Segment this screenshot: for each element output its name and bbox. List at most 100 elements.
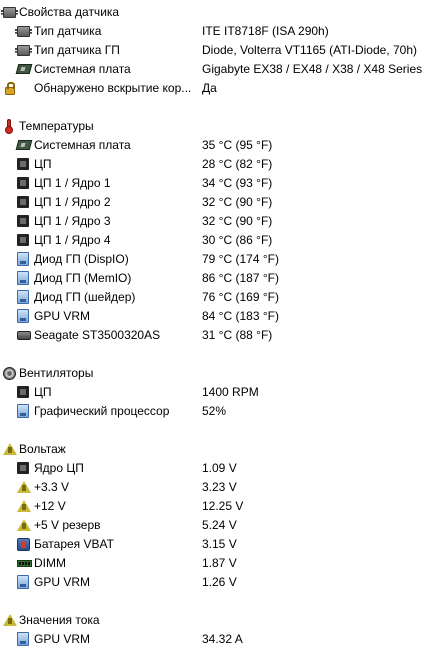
cpu-icon [17, 234, 29, 246]
sensor-label: ЦП [34, 385, 52, 399]
sensor-value: Да [202, 81, 217, 95]
sensor-value: 35 °C (95 °F) [202, 138, 273, 152]
sensor-value: 1.26 V [202, 575, 237, 589]
gpu-icon [17, 290, 29, 304]
sensor-value: 12.25 V [202, 499, 244, 513]
motherboard-icon [15, 140, 33, 150]
sensor-chip-icon [1, 7, 18, 18]
sensor-label: Диод ГП (шейдер) [34, 290, 136, 304]
sensor-value: 1.09 V [202, 461, 237, 475]
motherboard-icon [15, 64, 33, 74]
cpu-icon [17, 196, 29, 208]
group-title: Свойства датчика [19, 5, 120, 19]
sensor-row[interactable]: ЦП 1400 RPM [0, 383, 430, 402]
sensor-row[interactable]: ЦП 1 / Ядро 3 32 °C (90 °F) [0, 212, 430, 231]
sensor-value: 76 °C (169 °F) [202, 290, 279, 304]
sensor-row[interactable]: Графический процессор 52% [0, 402, 430, 421]
group-header[interactable]: Значения тока [0, 611, 430, 630]
sensor-label: GPU VRM [34, 575, 91, 589]
sensor-value: 84 °C (183 °F) [202, 309, 279, 323]
sensor-row[interactable]: Батарея VBAT 3.15 V [0, 535, 430, 554]
sensor-row[interactable]: GPU VRM 1.26 V [0, 573, 430, 592]
cpu-icon [17, 215, 29, 227]
sensor-row[interactable]: Ядро ЦП 1.09 V [0, 459, 430, 478]
sensor-label: Seagate ST3500320AS [34, 328, 161, 342]
sensor-row[interactable]: Тип датчика ITE IT8718F (ISA 290h) [0, 22, 430, 41]
sensor-row[interactable]: Seagate ST3500320AS 31 °C (88 °F) [0, 326, 430, 345]
sensor-row[interactable]: DIMM 1.87 V [0, 554, 430, 573]
sensor-label: +3.3 V [34, 480, 70, 494]
group-header[interactable]: Свойства датчика [0, 3, 430, 22]
sensor-value: 28 °C (82 °F) [202, 157, 273, 171]
sensor-label: Тип датчика ГП [34, 43, 120, 57]
voltage-icon [17, 500, 31, 512]
sensor-label: ЦП 1 / Ядро 4 [34, 233, 111, 247]
sensor-value: 32 °C (90 °F) [202, 195, 273, 209]
sensor-value: Gigabyte EX38 / EX48 / X38 / X48 Series [202, 62, 423, 76]
sensor-value: 86 °C (187 °F) [202, 271, 279, 285]
group-title: Температуры [19, 119, 94, 133]
sensor-label: Системная плата [34, 138, 131, 152]
sensor-chip-icon [15, 26, 32, 37]
cpu-icon [17, 177, 29, 189]
sensor-row[interactable]: ЦП 1 / Ядро 4 30 °C (86 °F) [0, 231, 430, 250]
sensor-value: 31 °C (88 °F) [202, 328, 273, 342]
gpu-icon [17, 632, 29, 646]
sensor-list: Свойства датчика Тип датчика ITE IT8718F (… [0, 3, 430, 649]
gpu-icon [17, 271, 29, 285]
thermometer-icon [5, 119, 13, 134]
sensor-value: 30 °C (86 °F) [202, 233, 273, 247]
sensor-label: Ядро ЦП [34, 461, 84, 475]
fan-icon [3, 367, 16, 380]
sensor-label: ЦП 1 / Ядро 2 [34, 195, 111, 209]
sensor-value: 79 °C (174 °F) [202, 252, 279, 266]
sensor-value: 1.87 V [202, 556, 237, 570]
sensor-label: Системная плата [34, 62, 131, 76]
sensor-label: +12 V [34, 499, 66, 513]
sensor-label: +5 V резерв [34, 518, 101, 532]
sensor-row[interactable]: +3.3 V 3.23 V [0, 478, 430, 497]
sensor-row[interactable]: GPU VRM 84 °C (183 °F) [0, 307, 430, 326]
sensor-value: 52% [202, 404, 227, 418]
sensor-row[interactable]: Системная плата 35 °C (95 °F) [0, 136, 430, 155]
group-title: Значения тока [19, 613, 100, 627]
gpu-icon [17, 404, 29, 418]
sensor-row[interactable]: Тип датчика ГП Diode, Volterra VT1165 (AT… [0, 41, 430, 60]
sensor-row[interactable]: ЦП 1 / Ядро 1 34 °C (93 °F) [0, 174, 430, 193]
sensor-label: GPU VRM [34, 632, 91, 646]
voltage-icon [17, 519, 31, 531]
cpu-icon [17, 158, 29, 170]
sensor-label: ЦП 1 / Ядро 3 [34, 214, 111, 228]
sensor-row[interactable]: Диод ГП (MemIO) 86 °C (187 °F) [0, 269, 430, 288]
sensor-row[interactable]: Диод ГП (шейдер) 76 °C (169 °F) [0, 288, 430, 307]
cpu-icon [17, 386, 29, 398]
sensor-value: 3.23 V [202, 480, 237, 494]
voltage-icon [3, 614, 17, 626]
group-header[interactable]: Температуры [0, 117, 430, 136]
sensor-row[interactable]: Системная плата Gigabyte EX38 / EX48 / X3… [0, 60, 430, 79]
group-header[interactable]: Вольтаж [0, 440, 430, 459]
sensor-row[interactable]: +12 V 12.25 V [0, 497, 430, 516]
sensor-label: ЦП 1 / Ядро 1 [34, 176, 111, 190]
sensor-row[interactable]: Обнаружено вскрытие кор... Да [0, 79, 430, 98]
sensor-row[interactable]: +5 V резерв 5.24 V [0, 516, 430, 535]
sensor-label: Тип датчика [34, 24, 102, 38]
sensor-chip-icon [15, 45, 32, 56]
sensor-value: 1400 RPM [202, 385, 259, 399]
sensor-row[interactable]: Диод ГП (DispIO) 79 °C (174 °F) [0, 250, 430, 269]
group-title: Вольтаж [19, 442, 66, 456]
sensor-value: 5.24 V [202, 518, 237, 532]
sensor-row[interactable]: ЦП 28 °C (82 °F) [0, 155, 430, 174]
hard-drive-icon [17, 331, 31, 340]
sensor-value: Diode, Volterra VT1165 (ATI-Diode, 70h) [202, 43, 417, 57]
group-header[interactable]: Вентиляторы [0, 364, 430, 383]
sensor-label: Диод ГП (MemIO) [34, 271, 132, 285]
lock-icon [5, 82, 15, 95]
sensor-row[interactable]: ЦП 1 / Ядро 2 32 °C (90 °F) [0, 193, 430, 212]
dimm-icon [17, 560, 32, 567]
sensor-row[interactable]: GPU VRM 34.32 A [0, 630, 430, 649]
sensor-value: 34 °C (93 °F) [202, 176, 273, 190]
